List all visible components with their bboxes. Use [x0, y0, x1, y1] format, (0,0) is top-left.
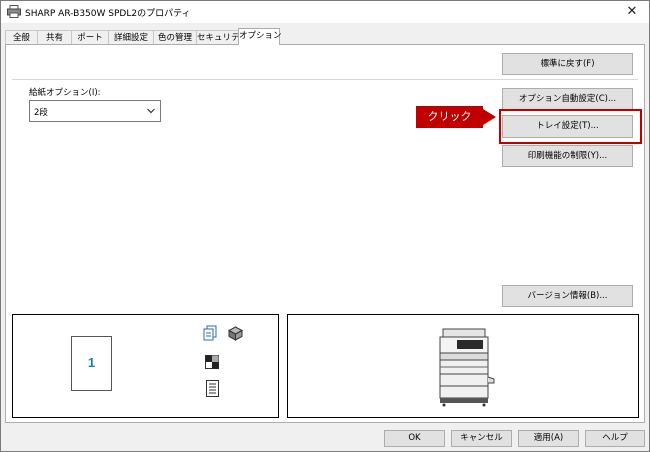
settings-preview: 1	[12, 314, 279, 418]
page-preview: 1	[71, 336, 112, 391]
paper-options-value: 2段	[34, 108, 48, 118]
title-bar: SHARP AR-B350W SPDL2のプロパティ ✕	[1, 1, 649, 23]
ok-button[interactable]: OK	[384, 430, 445, 447]
options-panel: 標準に戻す(F) 給紙オプション(I): 2段 オプション自動設定(C)... …	[5, 44, 645, 423]
tab-color-management[interactable]: 色の管理	[153, 30, 197, 45]
document-icon	[206, 380, 219, 397]
separator	[12, 79, 638, 80]
duplex-icon	[203, 325, 217, 341]
tab-sharing[interactable]: 共有	[37, 30, 72, 45]
click-highlight	[499, 109, 642, 144]
apply-button[interactable]: 適用(A)	[518, 430, 579, 447]
close-button[interactable]: ✕	[619, 2, 645, 22]
callout-arrow	[483, 109, 496, 125]
cancel-button[interactable]: キャンセル	[451, 430, 512, 447]
tab-strip: 全般 共有 ポート 詳細設定 色の管理 セキュリティ オプション	[5, 28, 645, 45]
color-mode-icon	[205, 355, 219, 369]
auto-config-button[interactable]: オプション自動設定(C)...	[502, 88, 633, 110]
tab-options[interactable]: オプション	[238, 28, 282, 45]
page-number: 1	[87, 355, 96, 370]
properties-window: SHARP AR-B350W SPDL2のプロパティ ✕ 全般 共有 ポート 詳…	[0, 0, 650, 452]
chevron-down-icon	[147, 108, 155, 114]
close-icon: ✕	[626, 4, 638, 19]
restore-defaults-button[interactable]: 標準に戻す(F)	[502, 53, 633, 75]
paper-options-select[interactable]: 2段	[29, 100, 161, 122]
tab-ports[interactable]: ポート	[71, 30, 109, 45]
copier-image	[439, 328, 495, 407]
paper-options-label: 給紙オプション(I):	[29, 88, 101, 98]
device-preview	[287, 314, 639, 418]
help-button[interactable]: ヘルプ	[585, 430, 645, 447]
window-title: SHARP AR-B350W SPDL2のプロパティ	[25, 9, 191, 19]
printer-icon	[7, 5, 21, 18]
click-callout: クリック	[416, 106, 483, 128]
tab-security[interactable]: セキュリティ	[196, 30, 248, 45]
print-restrict-button[interactable]: 印刷機能の制限(Y)...	[502, 145, 633, 167]
tab-general[interactable]: 全般	[5, 30, 38, 45]
tab-advanced[interactable]: 詳細設定	[108, 30, 154, 45]
version-info-button[interactable]: バージョン情報(B)...	[502, 285, 633, 307]
staple-icon	[228, 326, 243, 341]
